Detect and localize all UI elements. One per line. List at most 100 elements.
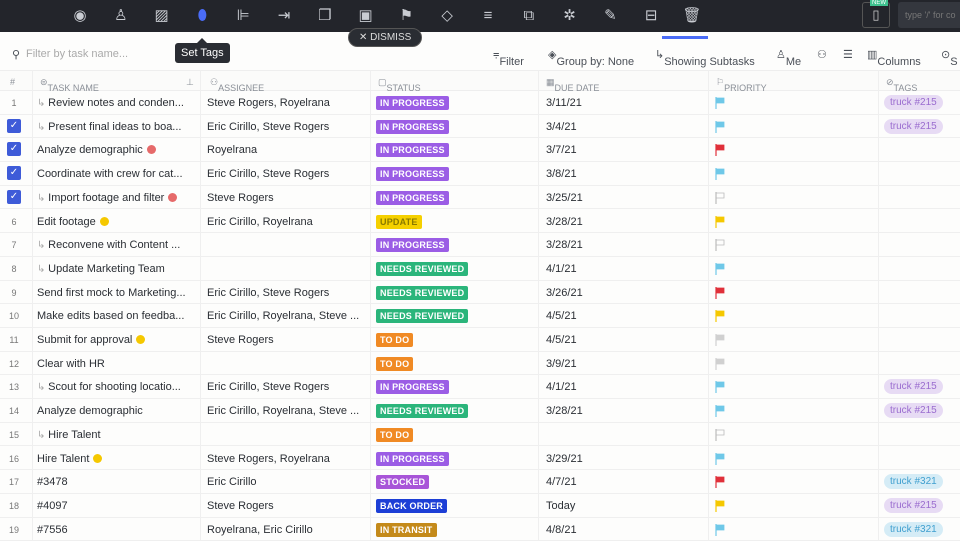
status-badge[interactable]: IN PROGRESS bbox=[376, 238, 449, 253]
trash-icon[interactable]: 🗑 bbox=[682, 6, 702, 26]
task-name-cell[interactable]: #3478 bbox=[37, 476, 68, 488]
filter-button[interactable]: ⩦ Filter bbox=[493, 48, 524, 68]
header-tags[interactable]: ⊘ TAGS bbox=[886, 77, 917, 93]
assignee-cell[interactable]: Royelrana bbox=[207, 144, 257, 156]
row-number[interactable]: 12 bbox=[0, 359, 28, 369]
table-row[interactable]: 1 ↳ Review notes and conden... Steve Roger… bbox=[0, 91, 960, 115]
merge-icon[interactable]: ✲ bbox=[560, 6, 580, 26]
priority-flag-icon[interactable] bbox=[715, 499, 725, 512]
row-number[interactable]: 7 bbox=[0, 240, 28, 250]
row-number[interactable]: 6 bbox=[0, 217, 28, 227]
task-name-cell[interactable]: ↳ Reconvene with Content ... bbox=[37, 239, 180, 251]
tag-chip[interactable]: truck #321 bbox=[884, 521, 943, 537]
eye-icon[interactable]: ◉ bbox=[70, 6, 90, 26]
table-row[interactable]: ✓ Coordinate with crew for cat... Eric Cir… bbox=[0, 162, 960, 186]
task-name-cell[interactable]: #4097 bbox=[37, 500, 68, 512]
status-badge[interactable]: TO DO bbox=[376, 333, 414, 347]
tag-icon[interactable]: ⬮ bbox=[192, 6, 212, 26]
task-name-cell[interactable]: ↳ Review notes and conden... bbox=[37, 97, 184, 109]
tag-chip[interactable]: truck #215 bbox=[884, 403, 943, 419]
status-badge[interactable]: IN TRANSIT bbox=[376, 522, 437, 537]
due-date-cell[interactable]: 3/28/21 bbox=[546, 216, 583, 228]
status-badge[interactable]: NEEDS REVIEWED bbox=[376, 309, 469, 324]
row-number[interactable]: 10 bbox=[0, 311, 28, 321]
table-row[interactable]: 14 Analyze demographic Eric Cirillo, Royel… bbox=[0, 399, 960, 423]
subtask-icon[interactable]: ⊫ bbox=[233, 6, 253, 26]
row-number[interactable]: 16 bbox=[0, 454, 28, 464]
assignee-cell[interactable]: Steve Rogers, Royelrana bbox=[207, 453, 330, 465]
status-badge[interactable]: TO DO bbox=[376, 356, 414, 371]
tag-chip[interactable]: truck #215 bbox=[884, 118, 943, 134]
columns-button[interactable]: ▥ Columns bbox=[867, 48, 921, 68]
status-badge[interactable]: IN PROGRESS bbox=[376, 96, 449, 110]
table-row[interactable]: 7 ↳ Reconvene with Content ... IN PROGRESS… bbox=[0, 233, 960, 257]
table-row[interactable]: 19 #7556 Royelrana, Eric Cirillo IN TRANSIT… bbox=[0, 518, 960, 541]
priority-flag-icon[interactable] bbox=[715, 405, 725, 418]
settings-button[interactable]: ⊙ S bbox=[941, 48, 958, 68]
status-badge[interactable]: NEEDS REVIEWED bbox=[376, 261, 469, 276]
task-name-cell[interactable]: ↳ Import footage and filter bbox=[37, 192, 178, 204]
table-row[interactable]: ✓ ↳ Import footage and filter Steve Rogers… bbox=[0, 186, 960, 210]
add-assignee-icon[interactable]: ♙ bbox=[111, 6, 131, 26]
priority-flag-icon[interactable] bbox=[715, 120, 725, 133]
table-row[interactable]: ✓ ↳ Present final ideas to boa... Eric Cir… bbox=[0, 115, 960, 139]
copy-icon[interactable]: ⧉ bbox=[519, 6, 539, 26]
pin-icon[interactable]: ⊥ bbox=[186, 77, 194, 88]
task-name-cell[interactable]: Hire Talent bbox=[37, 453, 103, 465]
priority-flag-icon[interactable] bbox=[715, 381, 725, 394]
status-badge[interactable]: UPDATE bbox=[376, 214, 422, 229]
due-date-cell[interactable]: 3/26/21 bbox=[546, 287, 583, 299]
priority-flag-icon[interactable] bbox=[715, 286, 725, 299]
command-input[interactable]: type '/' for co bbox=[898, 2, 960, 28]
assignee-cell[interactable]: Eric Cirillo, Royelrana, Steve ... bbox=[207, 405, 359, 417]
due-date-cell[interactable]: 4/8/21 bbox=[546, 524, 577, 536]
status-badge[interactable]: IN PROGRESS bbox=[376, 380, 449, 395]
archive-icon[interactable]: ⊟ bbox=[641, 6, 661, 26]
due-date-cell[interactable]: 4/5/21 bbox=[546, 310, 577, 322]
due-date-cell[interactable]: 3/28/21 bbox=[546, 405, 583, 417]
priority-flag-icon[interactable] bbox=[715, 357, 725, 370]
priority-flag-icon[interactable] bbox=[715, 239, 725, 252]
group-by-button[interactable]: ◈ Group by: None bbox=[548, 48, 634, 68]
priority-flag-icon[interactable] bbox=[715, 476, 725, 489]
priority-flag-icon[interactable] bbox=[715, 334, 725, 346]
assignee-cell[interactable]: Steve Rogers bbox=[207, 334, 274, 346]
table-row[interactable]: ✓ Analyze demographic Royelrana IN PROGRESS… bbox=[0, 138, 960, 163]
status-badge[interactable]: STOCKED bbox=[376, 475, 430, 490]
row-number[interactable]: 17 bbox=[0, 477, 28, 487]
dependency-icon[interactable]: ≡ bbox=[478, 6, 498, 26]
table-row[interactable]: 8 ↳ Update Marketing Team NEEDS REVIEWED 4/… bbox=[0, 257, 960, 281]
table-row[interactable]: 9 Send first mock to Marketing... Eric Cir… bbox=[0, 281, 960, 305]
task-name-cell[interactable]: Analyze demographic bbox=[37, 405, 143, 417]
header-assignee[interactable]: ⚇ ASSIGNEE bbox=[210, 77, 264, 93]
status-badge[interactable]: TO DO bbox=[376, 427, 414, 442]
tag-chip[interactable]: truck #215 bbox=[884, 379, 943, 395]
due-date-cell[interactable]: Today bbox=[546, 500, 575, 512]
duplicate-icon[interactable]: ❐ bbox=[315, 6, 335, 26]
row-checkbox[interactable]: ✓ bbox=[7, 189, 21, 204]
task-name-cell[interactable]: Clear with HR bbox=[37, 358, 105, 370]
table-row[interactable]: 17 #3478 Eric Cirillo STOCKED 4/7/21 truck #3… bbox=[0, 470, 960, 494]
tag-chip[interactable]: truck #215 bbox=[884, 95, 943, 110]
table-row[interactable]: 10 Make edits based on feedba... Eric Ciri… bbox=[0, 304, 960, 328]
header-status[interactable]: ▢ STATUS bbox=[378, 77, 421, 93]
due-date-cell[interactable]: 3/28/21 bbox=[546, 239, 583, 251]
priority-flag-icon[interactable] bbox=[715, 310, 725, 323]
row-number[interactable]: 18 bbox=[0, 501, 28, 511]
sort-icon[interactable]: ☰ bbox=[843, 48, 853, 61]
priority-flag-icon[interactable] bbox=[715, 144, 725, 157]
task-name-cell[interactable]: Coordinate with crew for cat... bbox=[37, 168, 183, 180]
task-name-cell[interactable]: Edit footage bbox=[37, 216, 109, 228]
table-row[interactable]: 15 ↳ Hire Talent TO DO bbox=[0, 423, 960, 447]
assignee-cell[interactable]: Steve Rogers bbox=[207, 500, 274, 512]
due-date-cell[interactable]: 3/29/21 bbox=[546, 453, 583, 465]
row-checkbox[interactable]: ✓ bbox=[7, 166, 21, 181]
assignee-cell[interactable]: Eric Cirillo, Steve Rogers bbox=[207, 287, 329, 299]
tag-chip[interactable]: truck #215 bbox=[884, 497, 943, 513]
row-number[interactable]: 13 bbox=[0, 382, 28, 392]
assignee-cell[interactable]: Steve Rogers, Royelrana bbox=[207, 97, 330, 109]
table-row[interactable]: 16 Hire Talent Steve Rogers, Royelrana IN P… bbox=[0, 447, 960, 471]
row-number[interactable]: 11 bbox=[0, 335, 28, 345]
due-date-cell[interactable]: 3/11/21 bbox=[546, 97, 582, 109]
status-badge[interactable]: NEEDS REVIEWED bbox=[376, 404, 469, 419]
